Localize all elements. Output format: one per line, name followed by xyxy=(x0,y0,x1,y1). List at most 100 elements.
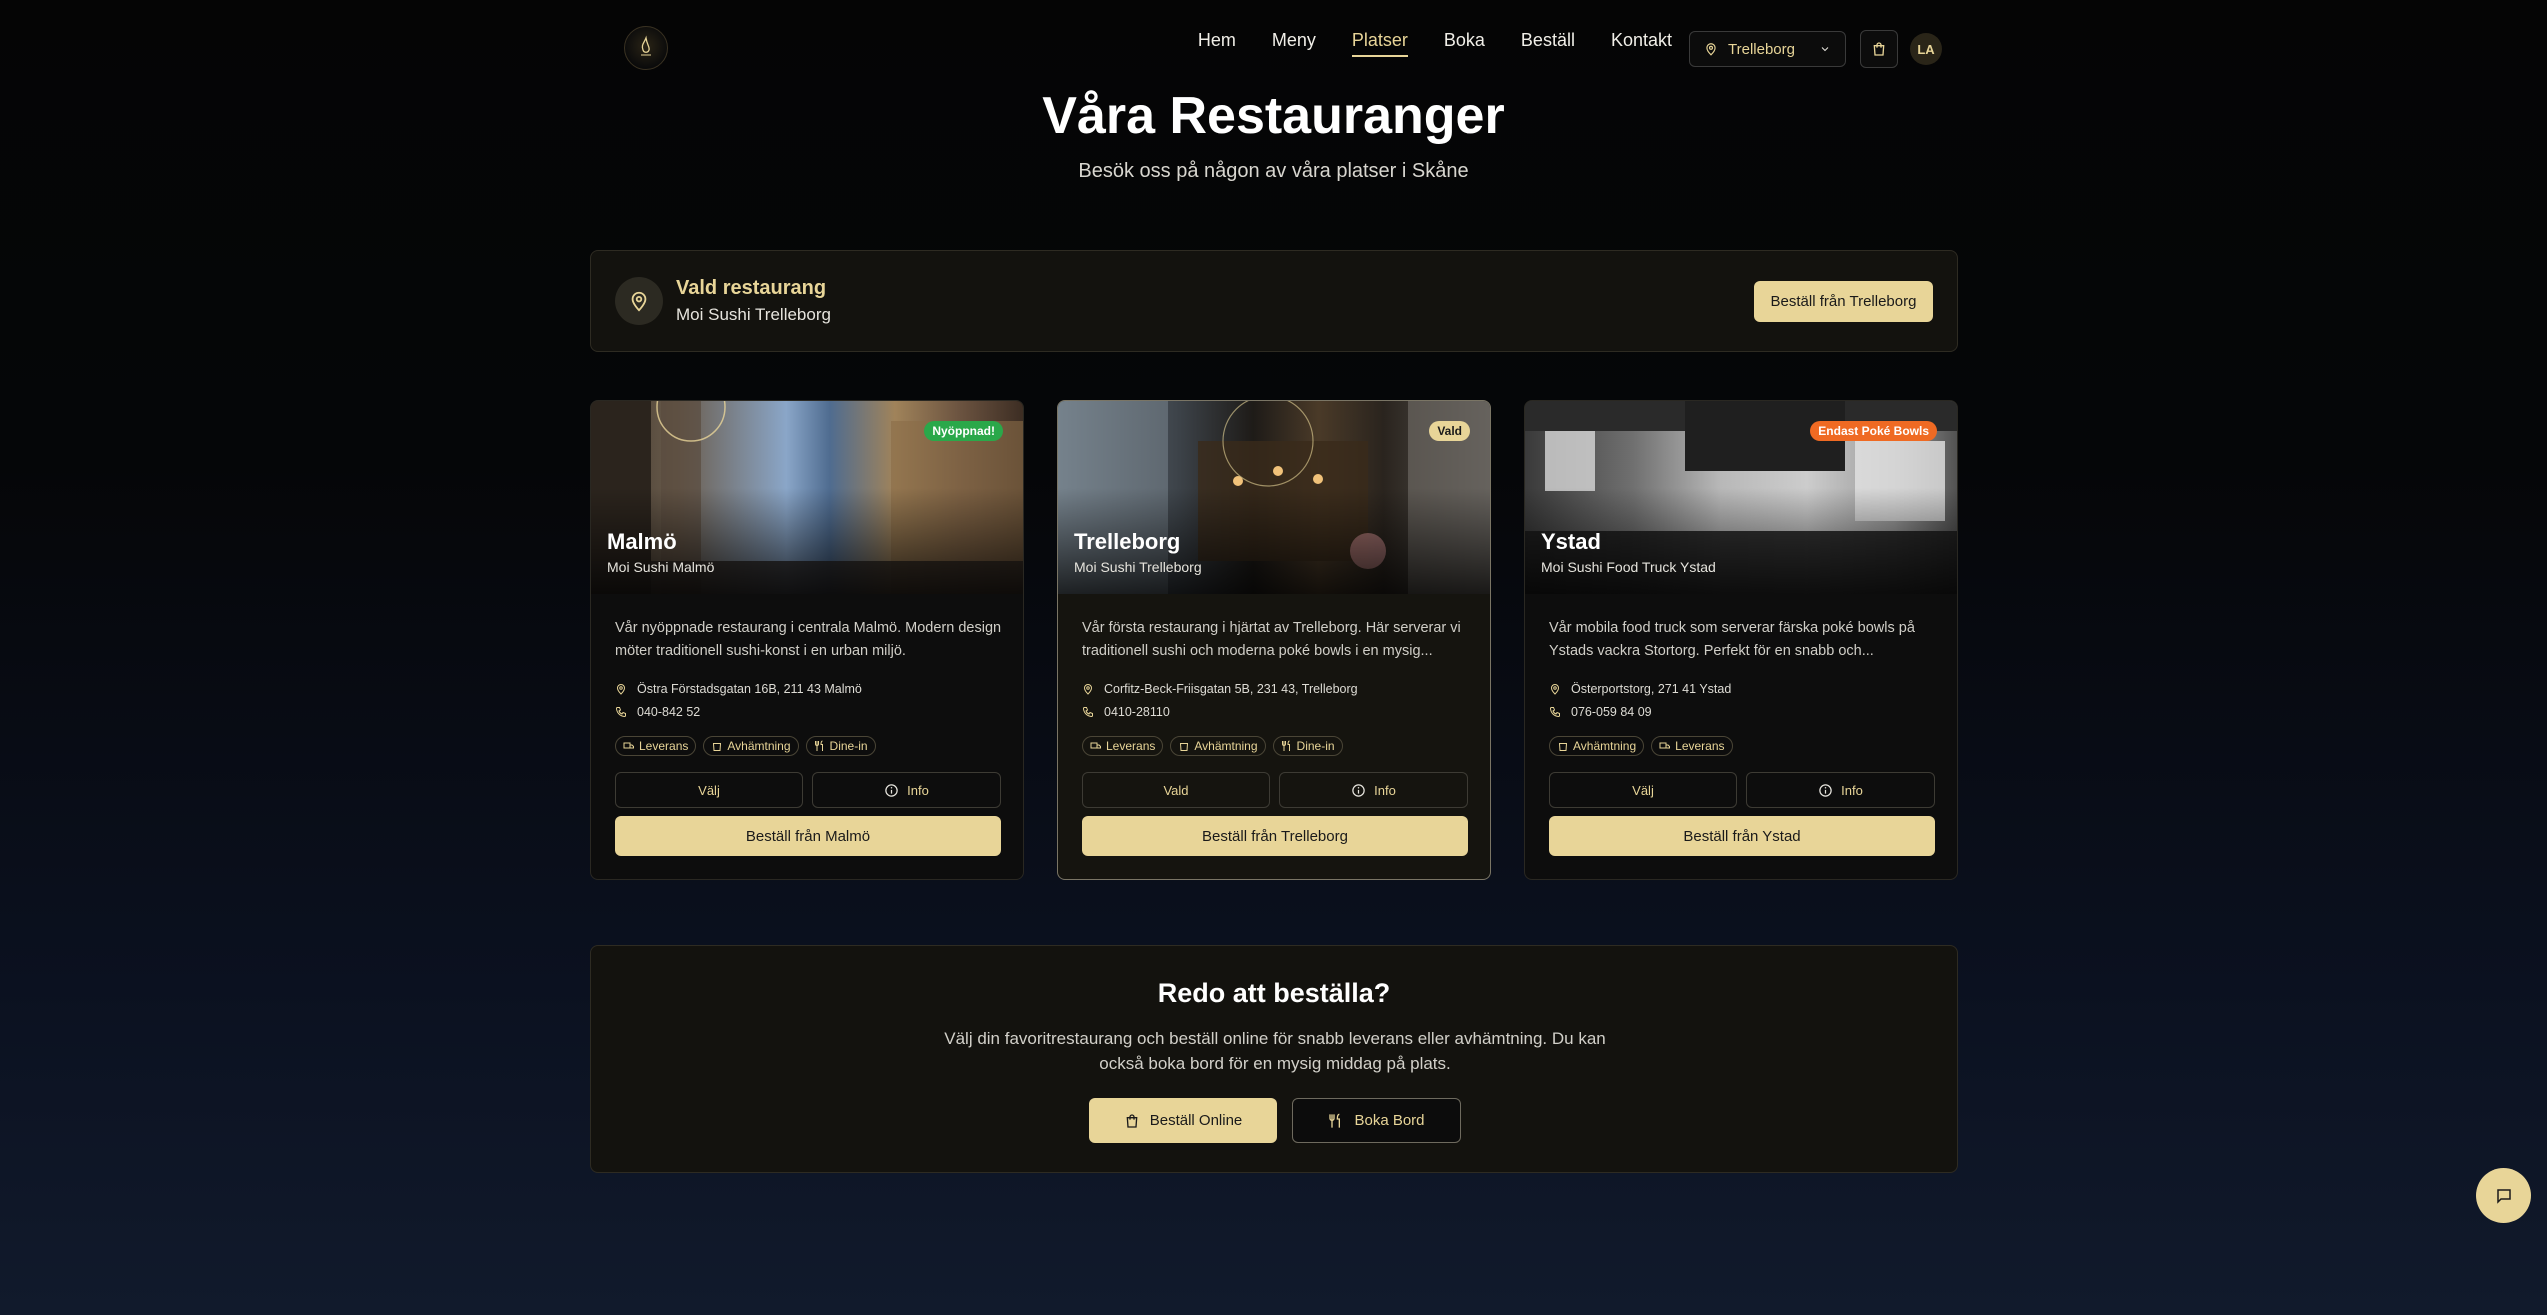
page-subtitle: Besök oss på någon av våra platser i Skå… xyxy=(1078,160,1469,182)
phone-row: 040-842 52 xyxy=(615,705,700,719)
nav-link-boka[interactable]: Boka xyxy=(1444,30,1485,57)
address-row: Östra Förstadsgatan 16B, 211 43 Malmö xyxy=(615,682,862,696)
info-button[interactable]: Info xyxy=(1746,772,1935,808)
tag-dine-in: Dine-in xyxy=(805,736,876,756)
chat-icon xyxy=(2495,1187,2513,1205)
shopping-bag-icon xyxy=(711,740,723,752)
tag-delivery: Leverans xyxy=(615,736,697,756)
shopping-bag-icon xyxy=(1557,740,1569,752)
selected-restaurant-panel: Vald restaurang Moi Sushi Trelleborg Bes… xyxy=(590,250,1958,352)
info-button[interactable]: Info xyxy=(812,772,1001,808)
top-navigation: Hem Meny Platser Boka Beställ Kontakt Tr… xyxy=(0,0,2547,98)
restaurant-phone: 0410-28110 xyxy=(1104,705,1170,719)
status-badge: Nyöppnad! xyxy=(924,421,1003,441)
location-select[interactable]: Trelleborg xyxy=(1689,31,1846,67)
choose-button[interactable]: Välj xyxy=(615,772,803,808)
truck-icon xyxy=(1090,740,1102,752)
restaurant-card-malmo: Nyöppnad! Malmö Moi Sushi Malmö Vår nyöp… xyxy=(590,400,1024,880)
shopping-bag-icon xyxy=(1178,740,1190,752)
order-selected-button[interactable]: Beställ från Trelleborg xyxy=(1754,281,1933,322)
cart-button[interactable] xyxy=(1860,30,1898,68)
restaurant-card-ystad: Endast Poké Bowls Ystad Moi Sushi Food T… xyxy=(1524,400,1958,880)
shopping-bag-icon xyxy=(1871,41,1887,57)
tag-delivery: Leverans xyxy=(1651,736,1733,756)
order-button[interactable]: Beställ från Ystad xyxy=(1549,816,1935,856)
map-pin-icon xyxy=(615,277,663,325)
nav-link-meny[interactable]: Meny xyxy=(1272,30,1316,57)
address-row: Corfitz-Beck-Friisgatan 5B, 231 43, Trel… xyxy=(1082,682,1358,696)
service-tags: Leverans Avhämtning Dine-in xyxy=(1082,736,1343,756)
order-online-label: Beställ Online xyxy=(1149,1112,1243,1129)
nav-link-bestall[interactable]: Beställ xyxy=(1521,30,1575,57)
truck-icon xyxy=(1659,740,1671,752)
map-pin-icon xyxy=(1549,683,1561,695)
chat-button[interactable] xyxy=(2476,1168,2531,1223)
info-button[interactable]: Info xyxy=(1279,772,1468,808)
selected-restaurant-title: Vald restaurang xyxy=(676,277,827,299)
nav-link-kontakt[interactable]: Kontakt xyxy=(1611,30,1672,57)
service-tags: Avhämtning Leverans xyxy=(1549,736,1733,756)
user-avatar[interactable]: LA xyxy=(1910,33,1942,65)
cta-title: Redo att beställa? xyxy=(1157,978,1391,1008)
restaurant-name: Moi Sushi Malmö xyxy=(607,559,715,575)
address-row: Österportstorg, 271 41 Ystad xyxy=(1549,682,1731,696)
info-icon xyxy=(1818,783,1833,798)
info-icon xyxy=(884,783,899,798)
utensils-icon xyxy=(814,740,826,752)
phone-icon xyxy=(1549,706,1561,718)
tag-label: Avhämtning xyxy=(1573,739,1637,753)
truck-icon xyxy=(623,740,635,752)
location-select-label: Trelleborg xyxy=(1728,40,1795,58)
nav-link-hem[interactable]: Hem xyxy=(1198,30,1236,57)
nav-link-platser[interactable]: Platser xyxy=(1351,30,1408,57)
restaurant-description: Vår nyöppnade restaurang i centrala Malm… xyxy=(615,620,1002,659)
status-badge: Endast Poké Bowls xyxy=(1810,421,1937,441)
tag-label: Avhämtning xyxy=(1194,739,1258,753)
map-pin-icon xyxy=(1082,683,1094,695)
tag-label: Leverans xyxy=(1675,739,1725,753)
tag-pickup: Avhämtning xyxy=(1549,736,1645,756)
map-pin-icon xyxy=(615,683,627,695)
phone-row: 0410-28110 xyxy=(1082,705,1170,719)
restaurant-city: Malmö xyxy=(607,529,677,554)
chevron-down-icon xyxy=(1819,43,1831,55)
info-button-label: Info xyxy=(907,782,929,798)
order-button[interactable]: Beställ från Trelleborg xyxy=(1082,816,1468,856)
restaurant-address: Corfitz-Beck-Friisgatan 5B, 231 43, Trel… xyxy=(1104,682,1358,696)
order-button[interactable]: Beställ från Malmö xyxy=(615,816,1001,856)
tag-delivery: Leverans xyxy=(1082,736,1164,756)
tag-label: Dine-in xyxy=(829,739,868,753)
tag-pickup: Avhämtning xyxy=(703,736,799,756)
tag-label: Dine-in xyxy=(1296,739,1335,753)
restaurant-name: Moi Sushi Trelleborg xyxy=(1074,559,1202,575)
restaurant-address: Österportstorg, 271 41 Ystad xyxy=(1571,682,1732,696)
info-button-label: Info xyxy=(1841,782,1863,798)
tag-pickup: Avhämtning xyxy=(1170,736,1266,756)
restaurant-description: Vår mobila food truck som serverar färsk… xyxy=(1549,620,1915,659)
phone-icon xyxy=(1082,706,1094,718)
choose-button[interactable]: Välj xyxy=(1549,772,1737,808)
restaurant-city: Trelleborg xyxy=(1074,529,1181,554)
phone-row: 076-059 84 09 xyxy=(1549,705,1652,719)
cta-text: Välj din favoritrestaurang och beställ o… xyxy=(944,1029,1606,1073)
restaurant-city: Ystad xyxy=(1541,529,1601,554)
order-online-button[interactable]: Beställ Online xyxy=(1089,1098,1277,1143)
page-title: Våra Restauranger xyxy=(1042,87,1505,145)
book-table-label: Boka Bord xyxy=(1354,1112,1425,1129)
logo-icon[interactable] xyxy=(624,26,668,70)
selected-restaurant-name: Moi Sushi Trelleborg xyxy=(676,305,831,324)
book-table-button[interactable]: Boka Bord xyxy=(1292,1098,1461,1143)
info-icon xyxy=(1351,783,1366,798)
status-badge: Vald xyxy=(1429,421,1470,441)
restaurant-phone: 040-842 52 xyxy=(637,705,701,719)
chosen-button[interactable]: Vald xyxy=(1082,772,1270,808)
shopping-bag-icon xyxy=(1124,1113,1140,1129)
restaurant-phone: 076-059 84 09 xyxy=(1571,705,1652,719)
restaurant-address: Östra Förstadsgatan 16B, 211 43 Malmö xyxy=(637,682,862,696)
restaurant-description: Vår första restaurang i hjärtat av Trell… xyxy=(1082,620,1461,659)
service-tags: Leverans Avhämtning Dine-in xyxy=(615,736,876,756)
phone-icon xyxy=(615,706,627,718)
restaurant-card-trelleborg: Vald Trelleborg Moi Sushi Trelleborg Vår… xyxy=(1057,400,1491,880)
map-pin-icon xyxy=(1704,42,1718,56)
restaurant-name: Moi Sushi Food Truck Ystad xyxy=(1541,559,1716,575)
